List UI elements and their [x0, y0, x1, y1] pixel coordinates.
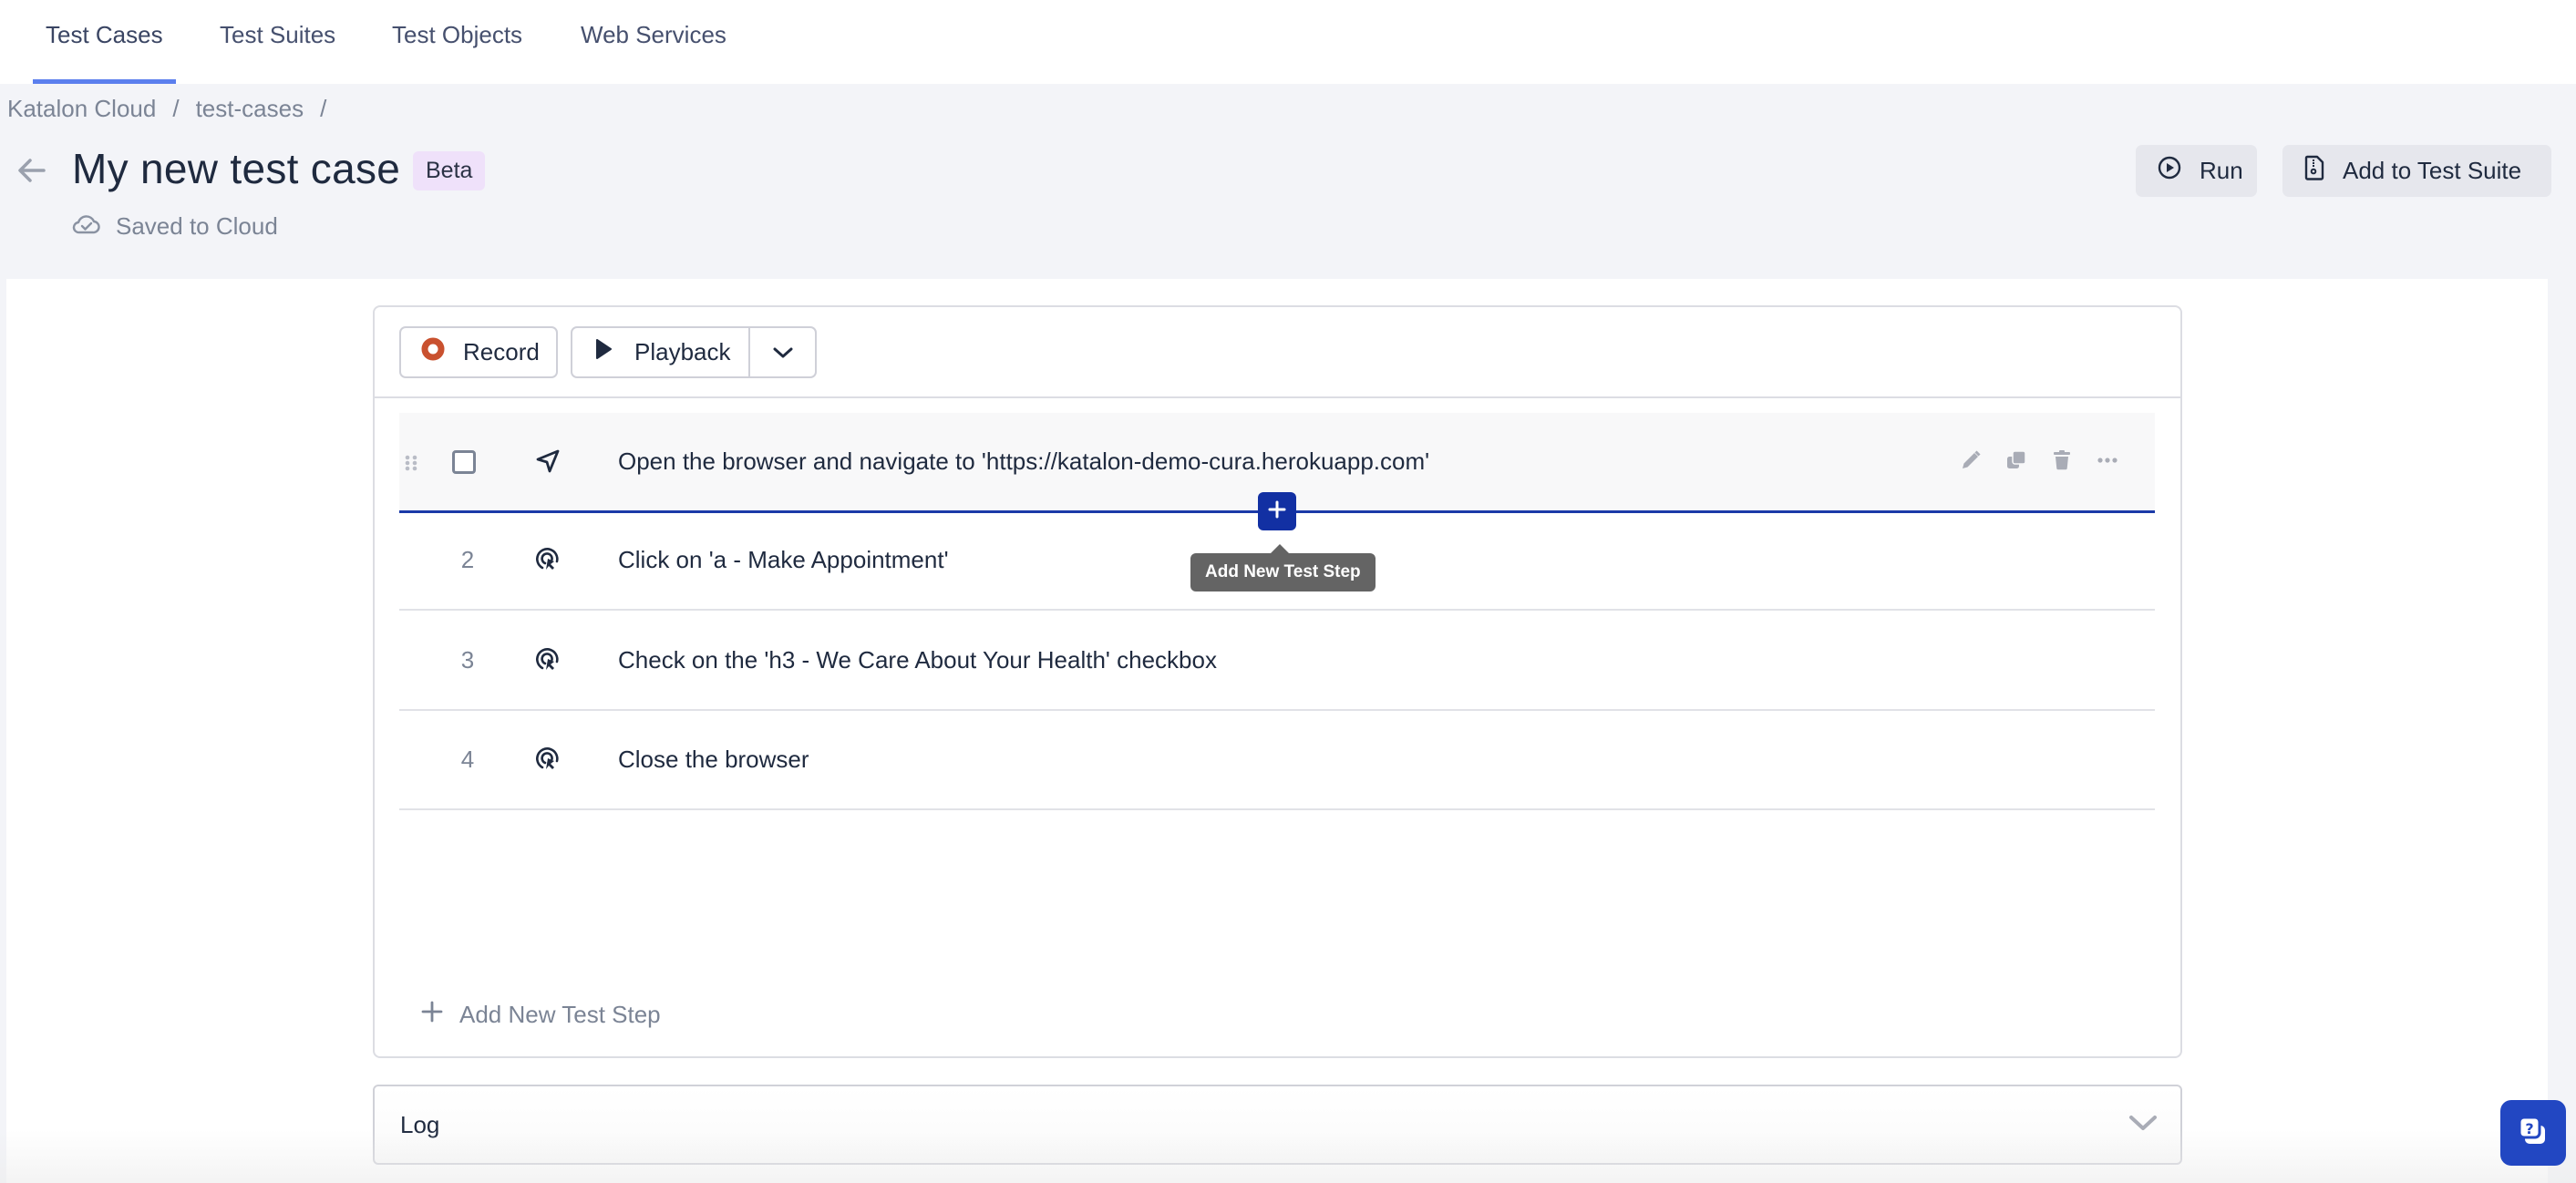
tab-label: Test Objects [392, 20, 523, 48]
drag-handle-icon[interactable] [405, 454, 417, 472]
page-title[interactable]: My new test case [72, 144, 400, 193]
top-nav: Test Cases Test Suites Test Objects Web … [0, 0, 2576, 84]
add-to-test-suite-button[interactable]: Add to Test Suite [2282, 145, 2551, 197]
step-text: Open the browser and navigate to 'https:… [618, 447, 1430, 475]
editor-toolbar: Record Playback [375, 307, 2180, 398]
add-to-test-suite-label: Add to Test Suite [2343, 157, 2522, 184]
duplicate-icon[interactable] [2005, 449, 2027, 471]
breadcrumb-katalon-cloud[interactable]: Katalon Cloud [7, 95, 156, 123]
test-step-row[interactable]: 4 Close the browser [399, 710, 2155, 810]
playback-options-dropdown[interactable] [750, 328, 815, 376]
file-zip-icon [2304, 155, 2324, 187]
tab-test-objects[interactable]: Test Objects [392, 0, 522, 84]
tab-test-cases[interactable]: Test Cases [33, 0, 176, 84]
insert-step-button[interactable] [1258, 492, 1296, 530]
add-new-test-step-button[interactable]: Add New Test Step [421, 1001, 661, 1029]
log-label: Log [400, 1110, 440, 1138]
saved-status: Saved to Cloud [72, 211, 278, 242]
chevron-down-icon [2128, 1113, 2159, 1137]
record-button[interactable]: Record [399, 326, 558, 378]
insert-step-tooltip: Add New Test Step [1190, 544, 1376, 592]
log-panel-toggle[interactable]: Log [373, 1085, 2182, 1165]
beta-badge: Beta [413, 151, 486, 190]
run-label: Run [2200, 157, 2243, 184]
tab-label: Web Services [581, 20, 726, 48]
step-number: 3 [460, 645, 475, 674]
breadcrumb-separator: / [172, 95, 180, 122]
help-chat-button[interactable]: ? [2500, 1100, 2566, 1166]
add-new-test-step-label: Add New Test Step [459, 1001, 661, 1028]
record-label: Record [463, 338, 540, 365]
back-arrow-icon[interactable] [16, 155, 47, 186]
step-number: 4 [460, 745, 475, 773]
plus-icon [421, 1001, 443, 1029]
navigate-arrow-icon [534, 447, 562, 475]
saved-status-text: Saved to Cloud [116, 212, 278, 240]
step-number: 2 [460, 545, 475, 573]
svg-text:?: ? [2525, 1120, 2533, 1137]
step-actions [1960, 449, 2118, 471]
click-target-icon [534, 645, 562, 673]
click-target-icon [534, 545, 562, 572]
playback-button-group: Playback [571, 326, 817, 378]
tab-label: Test Suites [220, 20, 336, 48]
more-options-icon[interactable] [2097, 449, 2118, 471]
play-icon [594, 338, 613, 366]
click-target-icon [534, 745, 562, 772]
breadcrumb: Katalon Cloud / test-cases / [7, 95, 343, 123]
tab-label: Test Cases [46, 20, 163, 48]
cloud-check-icon [72, 211, 101, 242]
edit-pencil-icon[interactable] [1960, 449, 1982, 471]
tab-web-services[interactable]: Web Services [581, 0, 726, 84]
run-button[interactable]: Run [2136, 145, 2257, 197]
step-text: Close the browser [618, 745, 809, 773]
record-icon [421, 337, 445, 367]
help-question-icon: ? [2515, 1113, 2551, 1154]
chevron-down-icon [772, 338, 794, 366]
breadcrumb-separator: / [320, 95, 327, 122]
step-text: Click on 'a - Make Appointment' [618, 545, 949, 573]
breadcrumb-test-cases[interactable]: test-cases [196, 95, 304, 123]
playback-button[interactable]: Playback [572, 328, 750, 376]
play-circle-icon [2158, 156, 2181, 186]
step-text: Check on the 'h3 - We Care About Your He… [618, 645, 1217, 674]
test-step-row[interactable]: 3 Check on the 'h3 - We Care About Your … [399, 611, 2155, 711]
step-checkbox[interactable] [452, 450, 476, 474]
delete-trash-icon[interactable] [2051, 449, 2073, 471]
playback-label: Playback [634, 338, 731, 365]
plus-icon [1267, 499, 1287, 524]
tab-test-suites[interactable]: Test Suites [220, 0, 335, 84]
